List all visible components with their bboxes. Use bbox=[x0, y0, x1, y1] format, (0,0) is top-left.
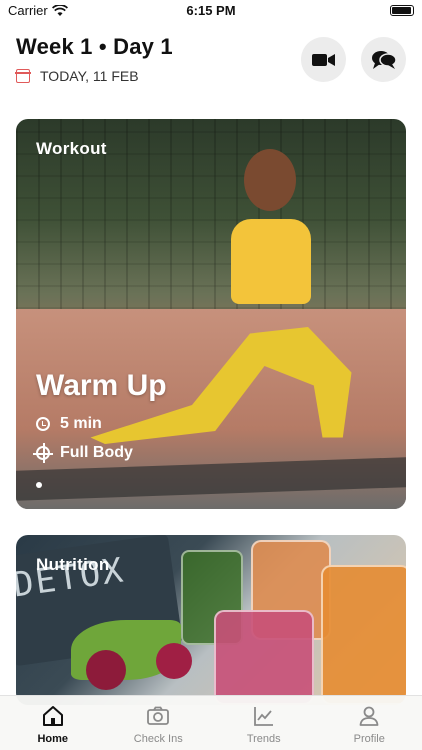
date-row: TODAY, 11 FEB bbox=[15, 68, 139, 84]
tab-check-ins[interactable]: Check Ins bbox=[106, 696, 212, 750]
chat-button[interactable] bbox=[361, 37, 406, 82]
tab-bar: Home Check Ins Trends Profile bbox=[0, 695, 422, 750]
target-icon bbox=[33, 443, 53, 463]
nutrition-card[interactable]: DETOX Nutrition bbox=[16, 535, 406, 705]
page-indicator-dot bbox=[36, 482, 42, 488]
tab-trends[interactable]: Trends bbox=[211, 696, 317, 750]
tab-check-ins-label: Check Ins bbox=[133, 733, 183, 745]
tab-profile[interactable]: Profile bbox=[317, 696, 422, 750]
status-bar: Carrier 6:15 PM bbox=[0, 0, 422, 22]
page-title: Week 1 • Day 1 bbox=[16, 34, 173, 59]
home-icon bbox=[42, 706, 63, 726]
focus-row: Full Body bbox=[33, 443, 133, 463]
orange-juice-glass bbox=[321, 565, 406, 705]
clock-icon bbox=[36, 417, 50, 431]
tab-home-label: Home bbox=[37, 733, 69, 745]
workout-card[interactable]: Workout Warm Up 5 min Full Body bbox=[16, 119, 406, 509]
video-call-button[interactable] bbox=[301, 37, 346, 82]
workout-title: Warm Up bbox=[36, 369, 167, 402]
nutrition-section-label: Nutrition bbox=[36, 555, 110, 574]
workout-section-label: Workout bbox=[36, 139, 107, 158]
pink-juice-glass bbox=[214, 610, 314, 705]
date-label: TODAY, 11 FEB bbox=[40, 68, 139, 84]
tab-profile-label: Profile bbox=[353, 733, 385, 745]
chat-bubbles-icon bbox=[371, 50, 397, 69]
duration-row: 5 min bbox=[36, 415, 102, 433]
calendar-icon bbox=[15, 69, 31, 83]
battery-icon bbox=[390, 5, 414, 16]
chart-icon bbox=[253, 707, 273, 726]
beet-slice bbox=[156, 643, 192, 679]
video-camera-icon bbox=[311, 53, 335, 66]
camera-icon bbox=[147, 706, 170, 725]
focus-label: Full Body bbox=[60, 444, 133, 461]
user-icon bbox=[359, 706, 379, 726]
tab-home[interactable]: Home bbox=[0, 696, 106, 750]
beet-slice bbox=[86, 650, 126, 690]
duration-label: 5 min bbox=[60, 415, 102, 432]
status-time: 6:15 PM bbox=[186, 3, 236, 18]
athlete-torso bbox=[231, 219, 311, 304]
athlete-head bbox=[244, 149, 296, 211]
tab-trends-label: Trends bbox=[246, 733, 281, 745]
